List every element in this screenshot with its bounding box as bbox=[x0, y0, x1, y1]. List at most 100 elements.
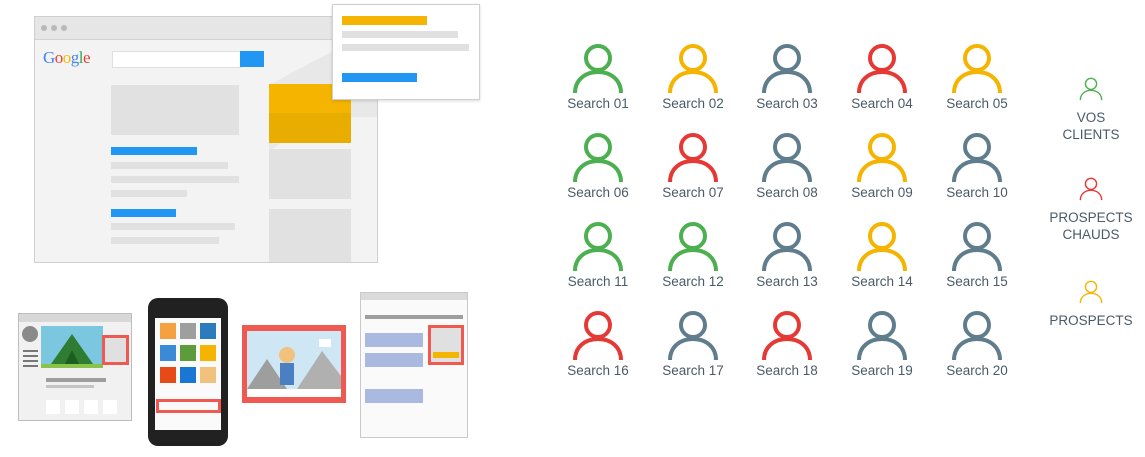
menu-icon bbox=[23, 350, 38, 370]
person-icon bbox=[573, 311, 623, 361]
app-icon bbox=[200, 367, 216, 383]
window-dot bbox=[51, 25, 57, 31]
search-person: Search 15 bbox=[937, 220, 1017, 289]
search-label: Search 17 bbox=[662, 363, 724, 378]
search-label: Search 16 bbox=[567, 363, 629, 378]
display-ad bbox=[428, 325, 464, 365]
article-block bbox=[365, 333, 423, 347]
app-icon bbox=[180, 367, 196, 383]
site-titlebar bbox=[19, 314, 131, 322]
popup-text-line bbox=[342, 44, 469, 51]
product-thumb bbox=[84, 400, 98, 414]
person-icon bbox=[668, 222, 718, 272]
person-icon bbox=[1079, 77, 1103, 101]
result-link bbox=[111, 209, 176, 217]
person-icon bbox=[762, 44, 812, 94]
person-icon bbox=[857, 133, 907, 183]
legend-label: VOS bbox=[1076, 110, 1106, 125]
popup-text-line bbox=[342, 31, 458, 38]
person-icon bbox=[952, 311, 1002, 361]
person-icon bbox=[857, 311, 907, 361]
ad-block-shade bbox=[269, 113, 351, 143]
person-icon bbox=[762, 222, 812, 272]
result-link bbox=[111, 147, 197, 155]
search-person: Search 16 bbox=[558, 309, 638, 378]
mobile-ad-banner bbox=[156, 399, 221, 413]
result-text-line bbox=[111, 237, 219, 244]
search-person: Search 11 bbox=[558, 220, 638, 289]
search-label: Search 02 bbox=[662, 96, 724, 111]
search-person: Search 19 bbox=[842, 309, 922, 378]
search-person: Search 13 bbox=[747, 220, 827, 289]
person-icon bbox=[1079, 177, 1103, 201]
video-frame bbox=[247, 331, 341, 389]
window-dot bbox=[61, 25, 67, 31]
product-thumb bbox=[65, 400, 79, 414]
result-image-placeholder bbox=[111, 85, 239, 135]
search-person: Search 09 bbox=[842, 131, 922, 200]
search-label: Search 15 bbox=[946, 274, 1008, 289]
popup-headline bbox=[342, 16, 427, 25]
search-person: Search 14 bbox=[842, 220, 922, 289]
product-thumb bbox=[46, 400, 60, 414]
app-icon bbox=[160, 345, 176, 361]
app-icon bbox=[160, 323, 176, 339]
person-icon bbox=[573, 133, 623, 183]
app-icon bbox=[200, 345, 216, 361]
legend-label: CLIENTS bbox=[1062, 127, 1120, 142]
side-placeholder bbox=[269, 209, 351, 262]
search-person: Search 10 bbox=[937, 131, 1017, 200]
site-nav bbox=[365, 315, 463, 319]
text-line bbox=[46, 385, 94, 388]
search-person: Search 04 bbox=[842, 42, 922, 111]
compass-icon bbox=[22, 326, 38, 342]
person-icon bbox=[668, 44, 718, 94]
search-label: Search 18 bbox=[756, 363, 818, 378]
search-box bbox=[112, 51, 242, 68]
product-thumb bbox=[103, 400, 117, 414]
person-icon bbox=[1079, 280, 1103, 304]
result-text-line bbox=[111, 190, 187, 197]
search-label: Search 06 bbox=[567, 185, 629, 200]
popup-link bbox=[342, 73, 417, 82]
search-person: Search 01 bbox=[558, 42, 638, 111]
tent-icon bbox=[41, 334, 103, 368]
search-label: Search 07 bbox=[662, 185, 724, 200]
person-icon bbox=[668, 311, 718, 361]
legend-label: CHAUDS bbox=[1062, 227, 1120, 242]
app-icon bbox=[200, 323, 216, 339]
person-icon bbox=[573, 222, 623, 272]
search-person: Search 20 bbox=[937, 309, 1017, 378]
browser-titlebar bbox=[35, 17, 377, 40]
legend-item: VOS CLIENTS bbox=[1041, 76, 1141, 143]
site-titlebar bbox=[361, 293, 467, 300]
search-label: Search 01 bbox=[567, 96, 629, 111]
google-logo: Google bbox=[43, 48, 91, 67]
result-text-line bbox=[111, 162, 228, 169]
video-ad-frame bbox=[242, 325, 346, 403]
person-icon bbox=[573, 44, 623, 94]
search-person: Search 02 bbox=[653, 42, 733, 111]
search-label: Search 11 bbox=[567, 274, 629, 289]
article-block bbox=[365, 389, 423, 403]
search-label: Search 08 bbox=[756, 185, 818, 200]
search-label: Search 19 bbox=[851, 363, 913, 378]
browser-mockup: Google bbox=[34, 16, 378, 263]
search-label: Search 20 bbox=[946, 363, 1008, 378]
news-site-mockup bbox=[360, 292, 468, 438]
person-icon bbox=[952, 133, 1002, 183]
result-text-line bbox=[111, 223, 235, 230]
legend-item: PROSPECTS CHAUDS bbox=[1041, 176, 1141, 243]
mountain-scene bbox=[247, 339, 341, 389]
legend-label: PROSPECTS bbox=[1049, 313, 1133, 328]
phone-mockup bbox=[148, 298, 228, 446]
person-icon bbox=[952, 222, 1002, 272]
person-icon bbox=[857, 222, 907, 272]
article-block bbox=[365, 353, 423, 367]
search-person: Search 03 bbox=[747, 42, 827, 111]
person-icon bbox=[857, 44, 907, 94]
person-icon bbox=[762, 133, 812, 183]
ad-popup bbox=[332, 4, 480, 100]
person-icon bbox=[952, 44, 1002, 94]
search-person: Search 07 bbox=[653, 131, 733, 200]
